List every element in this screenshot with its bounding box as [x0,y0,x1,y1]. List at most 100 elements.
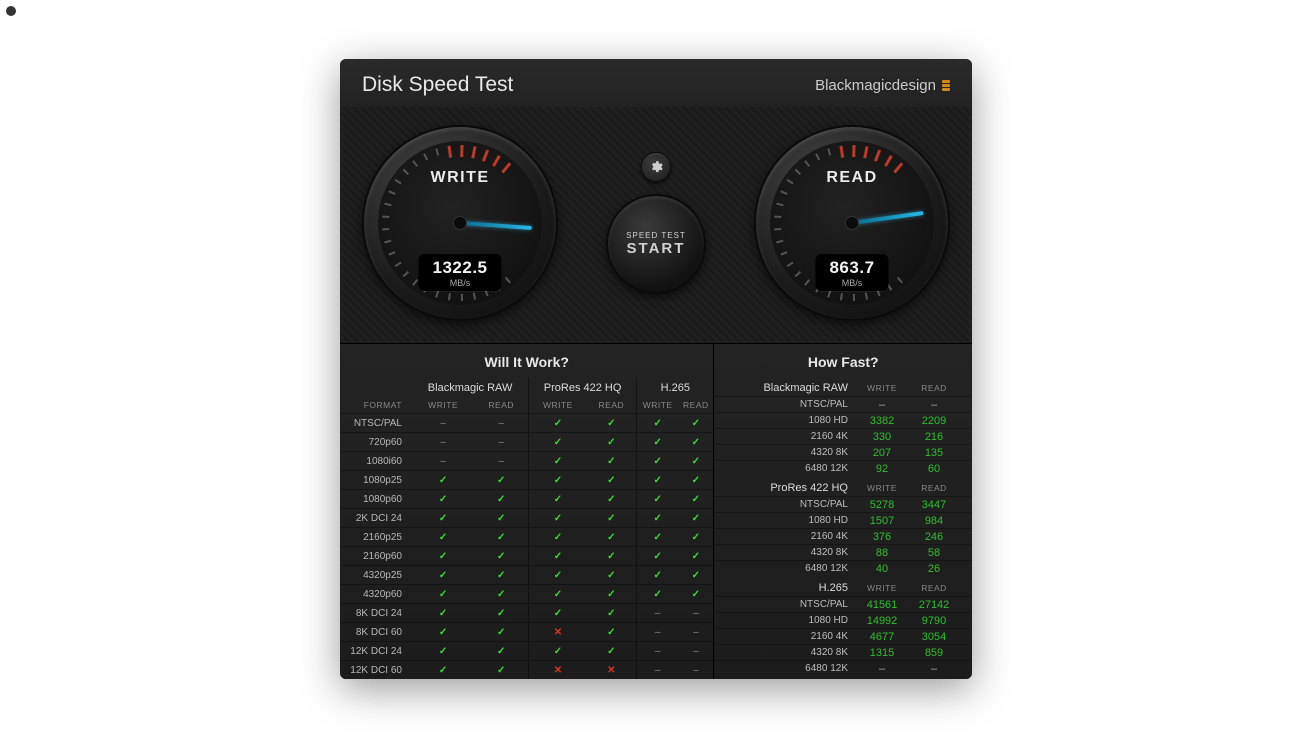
format-header: FORMAT [340,397,412,414]
result-cell: ✓ [678,414,713,433]
result-cell: ✓ [637,528,679,547]
res-label: 2160 4K [726,531,856,543]
brand-dots-icon [942,80,950,91]
write-fps: 330 [856,431,908,443]
write-gauge-label: WRITE [364,169,556,187]
how-fast-row: 4320 8K1315859 [714,644,972,660]
read-gauge: READ 863.7 MB/s [754,125,950,321]
result-cell: ✓ [678,566,713,585]
table-row: 4320p25✓✓✓✓✓✓ [340,566,713,585]
table-row: 720p60––✓✓✓✓ [340,433,713,452]
res-label: 2160 4K [726,431,856,443]
read-fps: 3447 [908,499,960,511]
result-cell: ✓ [678,547,713,566]
header: Disk Speed Test Blackmagicdesign [340,59,972,107]
write-fps: 4677 [856,631,908,643]
result-cell: ✓ [474,471,528,490]
how-fast-row: 2160 4K46773054 [714,628,972,644]
table-row: 12K DCI 60✓✓✕✕–– [340,661,713,680]
result-cell: ✓ [678,528,713,547]
result-cell: – [474,452,528,471]
result-cell: ✓ [637,566,679,585]
app-window: Disk Speed Test Blackmagicdesign WRITE 1… [340,59,972,679]
section-name: ProRes 422 HQ [726,482,856,494]
read-fps: – [908,399,960,411]
read-fps: 984 [908,515,960,527]
format-cell: 1080i60 [340,452,412,471]
write-fps: 41561 [856,599,908,611]
section-name: Blackmagic RAW [726,382,856,394]
format-cell: 4320p25 [340,566,412,585]
how-fast-row: 2160 4K376246 [714,528,972,544]
how-fast-row: NTSC/PAL4156127142 [714,596,972,612]
res-label: NTSC/PAL [726,499,856,511]
how-fast-section: Blackmagic RAWWRITEREADNTSC/PAL––1080 HD… [714,378,972,476]
result-cell: ✓ [474,585,528,604]
how-fast-row: 6480 12K9260 [714,460,972,476]
result-cell: – [637,604,679,623]
write-fps: – [856,663,908,675]
write-fps: 92 [856,463,908,475]
result-cell: ✓ [412,642,474,661]
result-cell: ✓ [637,433,679,452]
result-cell: ✓ [412,585,474,604]
result-cell: ✓ [474,509,528,528]
write-value: 1322.5 [433,258,488,278]
result-cell: – [637,623,679,642]
settings-button[interactable] [641,152,671,182]
read-fps: 27142 [908,599,960,611]
result-cell: ✓ [412,604,474,623]
result-cell: ✓ [529,566,587,585]
res-label: 6480 12K [726,663,856,675]
how-fast-row: 6480 12K–– [714,660,972,676]
result-cell: ✓ [474,623,528,642]
result-cell: ✓ [529,547,587,566]
format-cell: 2K DCI 24 [340,509,412,528]
result-cell: ✓ [587,642,637,661]
result-cell: ✓ [587,585,637,604]
format-cell: 8K DCI 24 [340,604,412,623]
result-cell: ✕ [529,661,587,680]
res-label: 6480 12K [726,563,856,575]
write-fps: 5278 [856,499,908,511]
result-cell: – [637,642,679,661]
res-label: 2160 4K [726,631,856,643]
result-cell: – [678,642,713,661]
brand-logo: Blackmagicdesign [815,77,950,94]
result-cell: ✓ [637,490,679,509]
read-fps: 216 [908,431,960,443]
format-cell: 12K DCI 24 [340,642,412,661]
result-cell: ✓ [587,547,637,566]
result-cell: ✓ [529,509,587,528]
how-fast-row: 1080 HD149929790 [714,612,972,628]
res-label: 1080 HD [726,515,856,527]
result-cell: ✓ [637,471,679,490]
result-cell: – [637,661,679,680]
result-cell: ✓ [678,490,713,509]
result-cell: ✓ [678,471,713,490]
will-it-work-panel: Will It Work? Blackmagic RAW ProRes 422 … [340,344,714,679]
read-fps: 2209 [908,415,960,427]
grp-prores: ProRes 422 HQ [529,378,637,397]
table-row: 12K DCI 24✓✓✓✓–– [340,642,713,661]
format-cell: 1080p25 [340,471,412,490]
section-name: H.265 [726,582,856,594]
result-cell: ✕ [587,661,637,680]
grp-bmraw: Blackmagic RAW [412,378,529,397]
how-fast-row: 2160 4K330216 [714,428,972,444]
how-fast-row: 1080 HD1507984 [714,512,972,528]
write-fps: 3382 [856,415,908,427]
read-fps: – [908,663,960,675]
res-label: 4320 8K [726,447,856,459]
result-cell: ✓ [637,547,679,566]
format-cell: 12K DCI 60 [340,661,412,680]
table-row: 1080p60✓✓✓✓✓✓ [340,490,713,509]
result-cell: ✓ [412,509,474,528]
read-fps: 60 [908,463,960,475]
write-fps: 207 [856,447,908,459]
result-cell: ✓ [678,585,713,604]
table-row: NTSC/PAL––✓✓✓✓ [340,414,713,433]
start-button[interactable]: SPEED TEST START [606,194,706,294]
how-fast-row: 4320 8K207135 [714,444,972,460]
result-cell: ✓ [587,452,637,471]
